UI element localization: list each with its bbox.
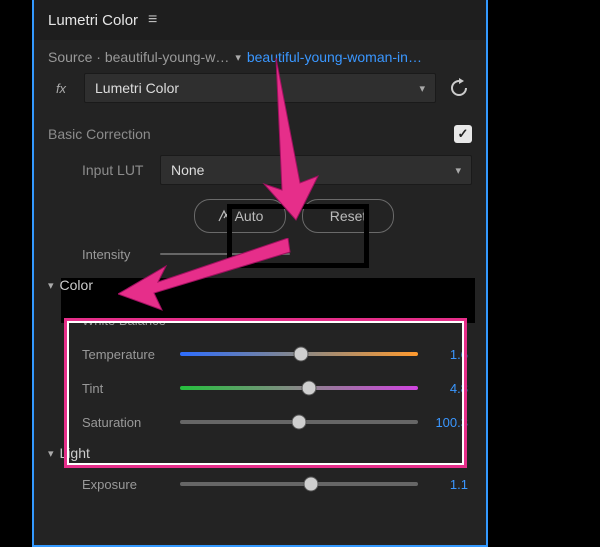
source-label: Source · beautiful-young-w… xyxy=(48,49,229,65)
param-row: Exposure 1.1 xyxy=(34,467,486,501)
param-label: Tint xyxy=(82,381,170,396)
param-slider[interactable] xyxy=(180,386,418,390)
white-balance-label: White Balance xyxy=(82,313,182,328)
chevron-down-icon: ▾ xyxy=(48,279,54,292)
eyedropper-icon[interactable]: ✎ xyxy=(194,308,217,333)
basic-correction-section: Basic Correction ✓ xyxy=(34,113,486,149)
color-section-label: Color xyxy=(60,277,93,293)
param-row: Saturation 100.3 xyxy=(34,405,486,439)
param-value[interactable]: 1.1 xyxy=(428,477,468,492)
light-section-label: Light xyxy=(60,445,90,461)
param-label: Saturation xyxy=(82,415,170,430)
color-section-header[interactable]: ▾ Color xyxy=(34,271,486,299)
panel-title: Lumetri Color xyxy=(48,12,138,29)
reset-effect-button[interactable] xyxy=(446,76,472,100)
auto-button[interactable]: Auto xyxy=(194,199,286,233)
effect-dropdown-label: Lumetri Color xyxy=(95,80,179,96)
effect-dropdown[interactable]: Lumetri Color ▾ xyxy=(84,73,436,103)
param-value[interactable]: 100.3 xyxy=(428,415,468,430)
slider-thumb[interactable] xyxy=(292,415,307,430)
param-row: Tint 4.8 xyxy=(34,371,486,405)
basic-correction-toggle[interactable]: ✓ xyxy=(454,125,472,143)
slider-thumb[interactable] xyxy=(303,477,318,492)
param-slider[interactable] xyxy=(180,482,418,486)
intensity-label: Intensity xyxy=(82,247,150,262)
input-lut-value: None xyxy=(171,162,204,178)
auto-button-label: Auto xyxy=(235,208,264,224)
param-slider[interactable] xyxy=(180,352,418,356)
chevron-down-icon: ▾ xyxy=(419,82,425,95)
source-row: Source · beautiful-young-w… ▾ beautiful-… xyxy=(34,40,486,65)
intensity-slider[interactable] xyxy=(160,253,290,255)
light-section-header[interactable]: ▾ Light xyxy=(34,439,486,467)
chevron-down-icon[interactable]: ▾ xyxy=(235,51,241,64)
chevron-down-icon: ▾ xyxy=(455,164,461,177)
param-value[interactable]: 1.6 xyxy=(428,347,468,362)
lumetri-panel: Lumetri Color ≡ Source · beautiful-young… xyxy=(34,0,486,545)
panel-menu-icon[interactable]: ≡ xyxy=(148,11,157,29)
param-label: Exposure xyxy=(82,477,170,492)
slider-thumb[interactable] xyxy=(294,347,309,362)
reset-button-label: Reset xyxy=(330,208,367,224)
param-row: Temperature 1.6 xyxy=(34,337,486,371)
param-slider[interactable] xyxy=(180,420,418,424)
param-value[interactable]: 4.8 xyxy=(428,381,468,396)
input-lut-dropdown[interactable]: None ▾ xyxy=(160,155,472,185)
panel-header: Lumetri Color ≡ xyxy=(34,0,486,40)
effect-row: fx Lumetri Color ▾ xyxy=(34,65,486,113)
basic-correction-label: Basic Correction xyxy=(48,126,151,142)
source-clip-link[interactable]: beautiful-young-woman-in… xyxy=(247,49,422,65)
param-label: Temperature xyxy=(82,347,170,362)
reset-button[interactable]: Reset xyxy=(302,199,394,233)
fx-badge-icon[interactable]: fx xyxy=(48,79,74,97)
slider-thumb[interactable] xyxy=(301,381,316,396)
chevron-down-icon: ▾ xyxy=(48,447,54,460)
input-lut-label: Input LUT xyxy=(82,162,160,178)
